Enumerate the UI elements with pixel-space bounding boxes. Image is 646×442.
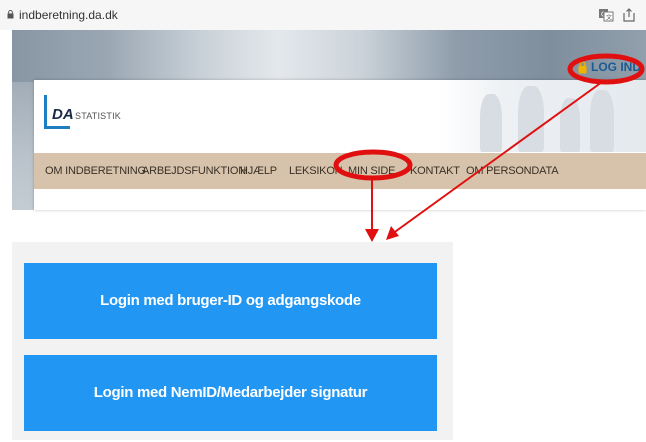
annotation-overlay xyxy=(333,53,645,242)
highlight-ellipse-login xyxy=(567,53,645,85)
arrowhead-min-side xyxy=(365,229,379,242)
arrowhead-login xyxy=(386,226,399,240)
arrow-from-login xyxy=(391,81,603,235)
highlight-ellipse-min-side xyxy=(333,149,413,181)
